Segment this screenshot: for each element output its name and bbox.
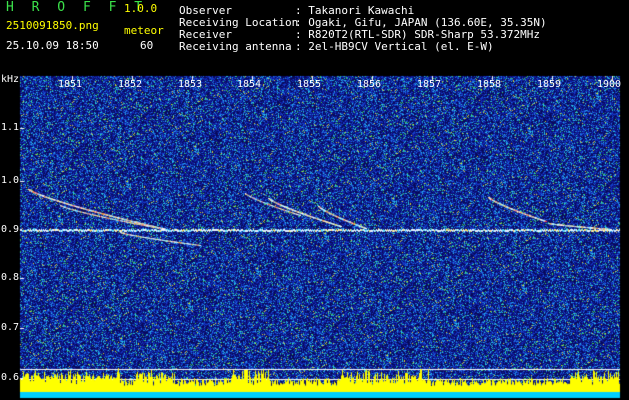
x-tick-label: 1854 (237, 79, 262, 90)
antenna-key: Receiving antenna (179, 40, 292, 53)
y-tick-label: 1.0 (1, 175, 20, 186)
y-tick-label: 0.6 (1, 372, 20, 383)
app-version: 1.0.0 (124, 2, 158, 15)
x-tick-label: 1858 (477, 79, 502, 90)
x-tick-label: 1852 (118, 79, 143, 90)
antenna-row: Receiving antenna (179, 41, 292, 53)
y-tick-label: 0.8 (1, 272, 20, 283)
meteor-label: meteor (124, 24, 164, 37)
y-tick-label: 0.9 (1, 224, 20, 235)
spectrogram-canvas (0, 0, 629, 400)
y-tick-label: 1.1 (1, 122, 20, 133)
file-name: 2510091850.png (6, 19, 99, 32)
file-datetime: 25.10.09 18:50 (6, 39, 99, 52)
y-axis-unit: kHz (1, 74, 20, 85)
x-tick-label: 1859 (537, 79, 562, 90)
y-tick-label: 0.7 (1, 322, 20, 333)
x-tick-label: 1855 (297, 79, 322, 90)
antenna-value: : 2el-HB9CV Vertical (el. E-W) (295, 40, 494, 53)
x-tick-label: 1853 (178, 79, 203, 90)
spectrogram-panel (0, 0, 629, 400)
x-tick-label: 1857 (417, 79, 442, 90)
x-tick-label: 1856 (357, 79, 382, 90)
x-tick-label: 1851 (58, 79, 83, 90)
x-tick-label: 1900 (597, 79, 622, 90)
meteor-count: 60 (140, 39, 154, 52)
